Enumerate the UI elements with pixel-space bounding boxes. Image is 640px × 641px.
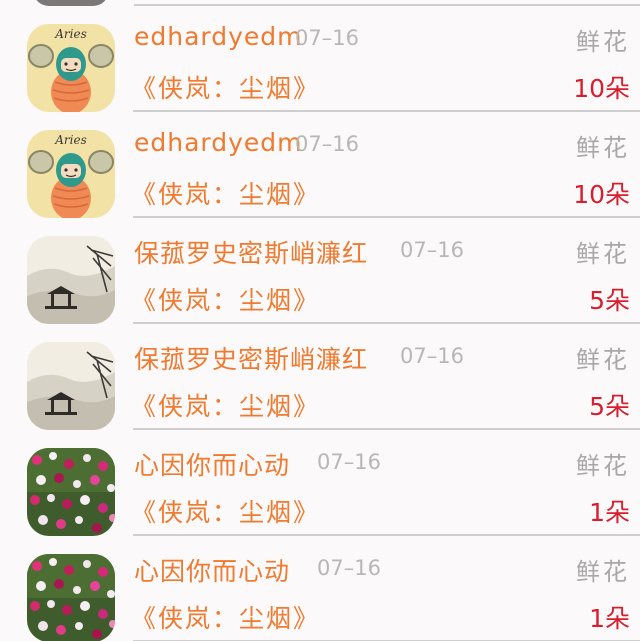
gift-date: 07–16 — [400, 238, 464, 262]
gift-type: 鲜花 — [576, 346, 630, 374]
work-title[interactable]: 《侠岚：尘烟》 — [131, 281, 320, 317]
sender-nickname[interactable]: edhardyedm — [134, 128, 303, 157]
sender-nickname[interactable]: edhardyedm — [134, 22, 303, 51]
gift-record-screen: Aries edhardyedm 07–16 鲜花 《侠岚：尘烟》 10朵 Ar… — [0, 0, 640, 641]
user-avatar[interactable]: Aries — [27, 24, 115, 112]
gift-record-row[interactable]: Aries edhardyedm 07–16 鲜花 《侠岚：尘烟》 10朵 — [0, 6, 640, 112]
gift-date: 07–16 — [317, 556, 381, 580]
gift-type: 鲜花 — [576, 240, 630, 268]
gift-type: 鲜花 — [576, 28, 630, 56]
gift-quantity: 1朵 — [589, 604, 630, 633]
gift-quantity: 5朵 — [589, 286, 630, 315]
gift-date: 07–16 — [295, 26, 359, 50]
gift-record-row[interactable]: 保菰罗史密斯峭濂红 07–16 鲜花 《侠岚：尘烟》 5朵 — [0, 218, 640, 324]
gift-date: 07–16 — [295, 132, 359, 156]
user-avatar[interactable]: Aries — [27, 130, 115, 218]
sender-nickname[interactable]: 保菰罗史密斯峭濂红 — [134, 234, 368, 270]
work-title[interactable]: 《侠岚：尘烟》 — [131, 175, 320, 211]
gift-record-row[interactable]: 心因你而心动 07–16 鲜花 《侠岚：尘烟》 1朵 — [0, 536, 640, 641]
avatar-logo-text: Aries — [54, 133, 87, 147]
user-avatar[interactable] — [27, 448, 115, 536]
user-avatar[interactable] — [27, 236, 115, 324]
work-title[interactable]: 《侠岚：尘烟》 — [131, 493, 320, 529]
work-title[interactable]: 《侠岚：尘烟》 — [131, 387, 320, 423]
user-avatar[interactable] — [27, 342, 115, 430]
work-title[interactable]: 《侠岚：尘烟》 — [131, 69, 320, 105]
gift-type: 鲜花 — [576, 134, 630, 162]
user-avatar[interactable] — [27, 554, 115, 641]
sender-nickname[interactable]: 保菰罗史密斯峭濂红 — [134, 340, 368, 376]
work-title[interactable]: 《侠岚：尘烟》 — [131, 599, 320, 635]
gift-type: 鲜花 — [576, 452, 630, 480]
sender-nickname[interactable]: 心因你而心动 — [134, 552, 290, 588]
gift-record-row[interactable]: Aries edhardyedm 07–16 鲜花 《侠岚：尘烟》 10朵 — [0, 112, 640, 218]
gift-type: 鲜花 — [576, 558, 630, 586]
gift-quantity: 5朵 — [589, 392, 630, 421]
gift-quantity: 10朵 — [573, 74, 630, 103]
gift-record-row[interactable]: 心因你而心动 07–16 鲜花 《侠岚：尘烟》 1朵 — [0, 430, 640, 536]
gift-quantity: 1朵 — [589, 498, 630, 527]
gift-record-row[interactable]: 保菰罗史密斯峭濂红 07–16 鲜花 《侠岚：尘烟》 5朵 — [0, 324, 640, 430]
avatar-logo-text: Aries — [54, 27, 87, 41]
gift-quantity: 10朵 — [573, 180, 630, 209]
gift-date: 07–16 — [400, 344, 464, 368]
sender-nickname[interactable]: 心因你而心动 — [134, 446, 290, 482]
gift-date: 07–16 — [317, 450, 381, 474]
